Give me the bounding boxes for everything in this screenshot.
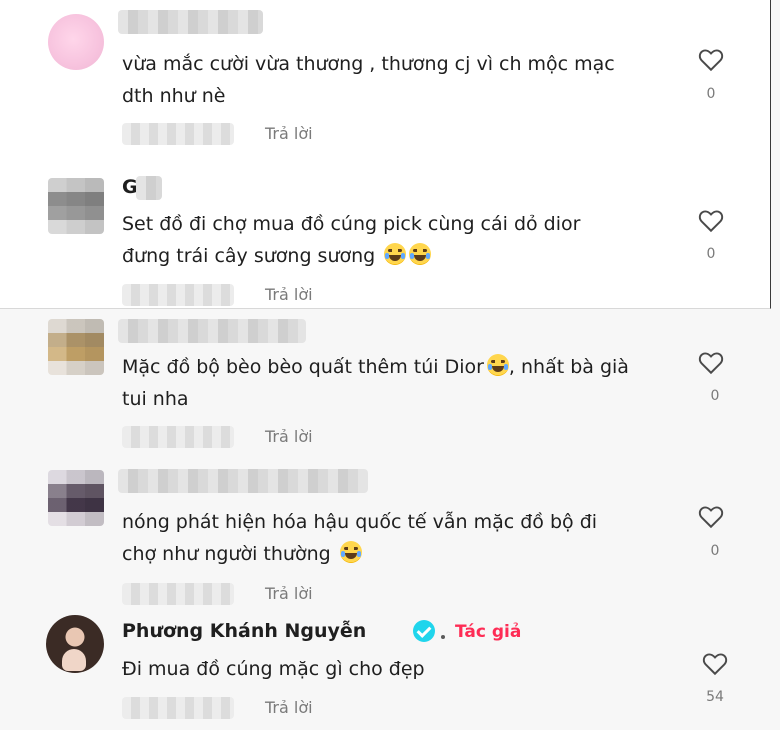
- timestamp-blurred: [122, 426, 234, 448]
- comment-text-line-1-suffix: , nhất bà già: [508, 356, 629, 378]
- comment-text-line-1: Mặc đồ bộ bèo bèo quất thêm túi Dior: [122, 356, 484, 378]
- avatar[interactable]: [48, 319, 104, 375]
- author-avatar[interactable]: [46, 615, 104, 673]
- author-tag: Tác giả: [455, 622, 522, 642]
- timestamp-blurred: [122, 583, 234, 605]
- reply-button[interactable]: Trả lời: [265, 698, 313, 717]
- like-count: 0: [706, 86, 716, 102]
- comment-text-line-2-wrap: đưng trái cây sương sương: [122, 240, 432, 272]
- like-count: 0: [710, 388, 720, 404]
- author-name-blurred[interactable]: [118, 319, 306, 343]
- avatar[interactable]: [48, 470, 104, 526]
- comment-text-line-1-wrap: Mặc đồ bộ bèo bèo quất thêm túi Dior , nh…: [122, 351, 629, 383]
- author-name-blurred[interactable]: [136, 176, 162, 200]
- reply-button[interactable]: Trả lời: [265, 124, 313, 143]
- comment-text-line-2: đưng trái cây sương sương: [122, 245, 376, 267]
- comment-text-line-2: dth như nè: [122, 85, 226, 107]
- grinning-squinting-face-emoji: [409, 243, 432, 265]
- comment-text-line-1: nóng phát hiện hóa hậu quốc tế vẫn mặc đ…: [122, 511, 598, 533]
- timestamp-blurred: [122, 697, 234, 719]
- like-count: 0: [710, 543, 720, 559]
- comment-text-line-1: vừa mắc cười vừa thương , thương cj vì c…: [122, 53, 615, 75]
- avatar[interactable]: [48, 14, 104, 70]
- comment-text-line-2-wrap: chợ như người thường: [122, 538, 362, 570]
- grinning-squinting-face-emoji: [384, 243, 407, 265]
- heart-outline-icon[interactable]: [698, 48, 724, 72]
- reply-button[interactable]: Trả lời: [265, 427, 313, 446]
- author-name-blurred[interactable]: [118, 10, 263, 34]
- comment-text-line-2: tui nha: [122, 388, 189, 410]
- like-count: 0: [706, 246, 716, 262]
- separator-dot: [441, 635, 445, 639]
- grinning-squinting-face-emoji: [486, 354, 509, 376]
- author-name-blurred[interactable]: [118, 469, 368, 493]
- reply-button[interactable]: Trả lời: [265, 584, 313, 603]
- verified-badge-icon: [413, 620, 435, 642]
- comment-text-line-1: Đi mua đồ cúng mặc gì cho đẹp: [122, 658, 425, 680]
- grinning-squinting-face-emoji: [339, 541, 362, 563]
- heart-outline-icon[interactable]: [702, 652, 728, 676]
- comment-text-line-2: chợ như người thường: [122, 543, 331, 565]
- like-count: 54: [706, 689, 724, 705]
- avatar[interactable]: [48, 178, 104, 234]
- heart-outline-icon[interactable]: [698, 209, 724, 233]
- heart-outline-icon[interactable]: [698, 505, 724, 529]
- author-name[interactable]: Phương Khánh Nguyễn: [122, 620, 366, 642]
- timestamp-blurred: [122, 284, 234, 306]
- timestamp-blurred: [122, 123, 234, 145]
- reply-button[interactable]: Trả lời: [265, 285, 313, 304]
- heart-outline-icon[interactable]: [698, 351, 724, 375]
- comment-text-line-1: Set đồ đi chợ mua đồ cúng pick cùng cái …: [122, 213, 581, 235]
